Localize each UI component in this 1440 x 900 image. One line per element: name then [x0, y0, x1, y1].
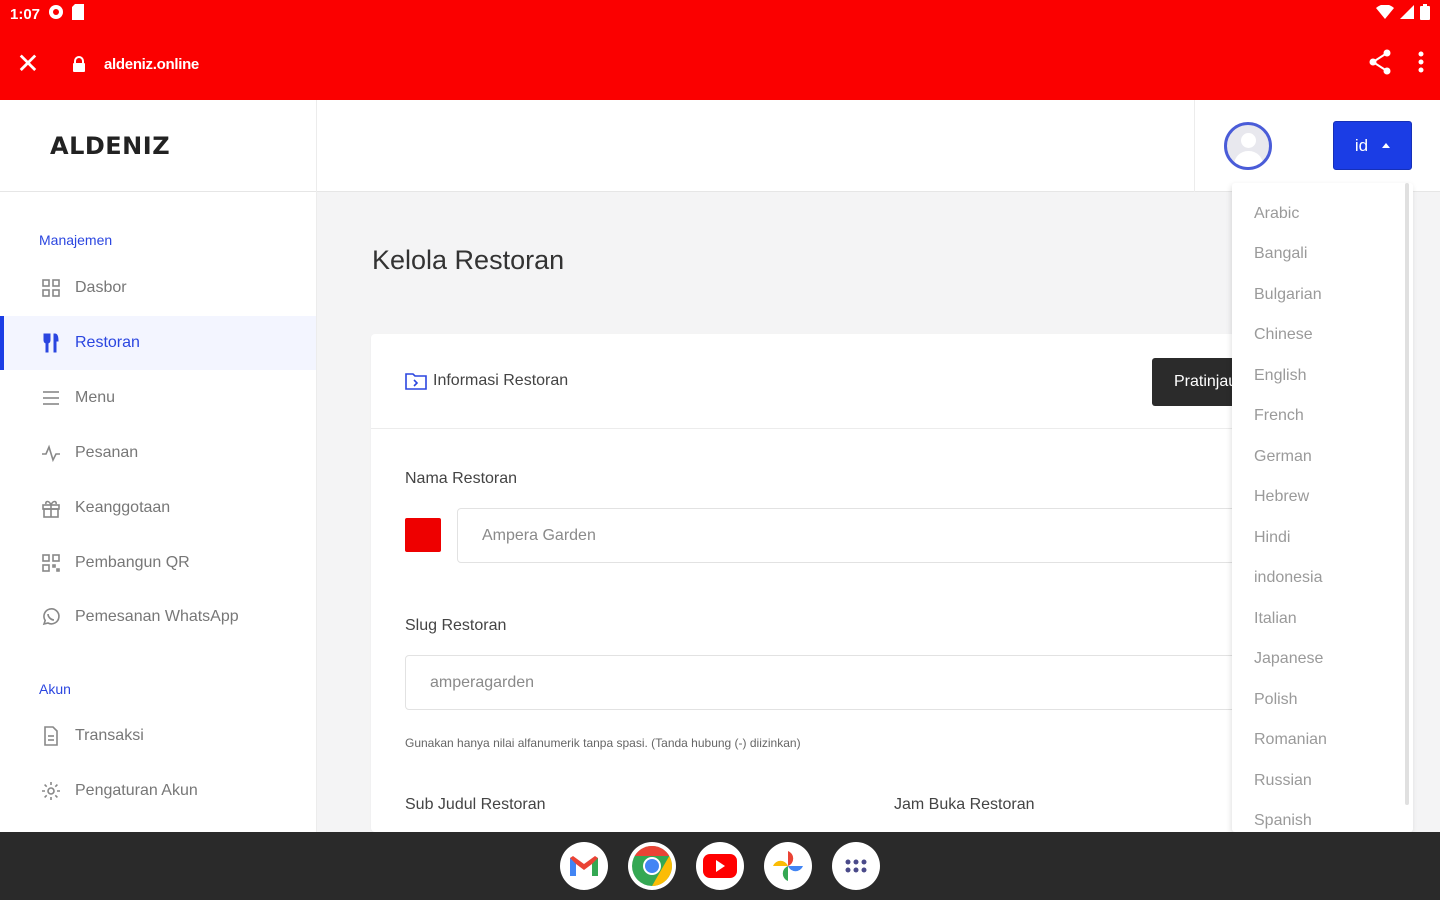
language-option-arabic[interactable]: Arabic — [1254, 205, 1299, 223]
language-option-polish[interactable]: Polish — [1254, 691, 1298, 709]
gift-icon — [40, 497, 62, 519]
language-button[interactable]: id — [1333, 121, 1412, 170]
language-option-hindi[interactable]: Hindi — [1254, 529, 1290, 547]
restaurant-slug-label: Slug Restoran — [405, 617, 507, 634]
photos-icon[interactable] — [764, 842, 812, 890]
fork-knife-icon — [40, 332, 62, 354]
sidebar-section-akun: Akun — [39, 681, 71, 697]
language-option-romanian[interactable]: Romanian — [1254, 731, 1327, 749]
status-time: 1:07 — [10, 5, 41, 23]
language-option-chinese[interactable]: Chinese — [1254, 326, 1313, 344]
restaurant-color-swatch[interactable] — [405, 518, 441, 552]
language-dropdown[interactable]: Arabic Bangali Bulgarian Chinese English… — [1232, 183, 1413, 832]
app-header: ALDENIZ id — [0, 100, 1440, 192]
sidebar-item-restoran[interactable]: Restoran — [0, 316, 316, 370]
sidebar: Manajemen Dasbor Restoran Menu Pesanan K… — [0, 192, 317, 832]
restaurant-name-label: Nama Restoran — [405, 470, 518, 487]
sidebar-item-label: Transaksi — [75, 727, 144, 744]
language-option-english[interactable]: English — [1254, 367, 1306, 385]
sidebar-item-label: Pembangun QR — [75, 554, 190, 571]
wifi-icon — [1376, 4, 1394, 23]
sidebar-section-manajemen: Manajemen — [39, 232, 113, 248]
restaurant-info-card: Informasi Restoran Pratinjau Nama Restor… — [371, 334, 1287, 832]
brand-logo[interactable]: ALDENIZ — [0, 100, 317, 192]
lock-icon[interactable] — [72, 56, 86, 72]
restaurant-subtitle-label: Sub Judul Restoran — [405, 796, 546, 813]
language-option-japanese[interactable]: Japanese — [1254, 650, 1323, 668]
qr-icon — [40, 552, 62, 574]
page-title: Kelola Restoran — [372, 245, 565, 275]
language-option-indonesia[interactable]: indonesia — [1254, 569, 1323, 587]
sidebar-item-label: Pemesanan WhatsApp — [75, 608, 239, 625]
sidebar-item-label: Dasbor — [75, 279, 127, 296]
sidebar-item-label: Restoran — [75, 334, 140, 351]
gmail-icon[interactable] — [560, 842, 608, 890]
app-drawer-icon[interactable] — [832, 842, 880, 890]
card-title: Informasi Restoran — [433, 372, 569, 389]
url-text[interactable]: aldeniz.online — [104, 56, 199, 73]
youtube-icon[interactable] — [696, 842, 744, 890]
language-code: id — [1354, 135, 1369, 155]
sidebar-item-label: Pengaturan Akun — [75, 782, 198, 799]
android-status-bar: 1:07 — [0, 0, 1440, 28]
sidebar-item-pemesanan-whatsapp[interactable]: Pemesanan WhatsApp — [0, 590, 316, 644]
more-vert-icon[interactable] — [1418, 51, 1424, 77]
dropdown-scrollbar[interactable] — [1405, 183, 1409, 805]
sidebar-item-keanggotaan[interactable]: Keanggotaan — [0, 481, 316, 535]
browser-toolbar: ✕ aldeniz.online — [0, 28, 1440, 100]
sidebar-item-label: Keanggotaan — [75, 499, 171, 516]
sidebar-item-dasbor[interactable]: Dasbor — [0, 261, 316, 315]
close-tab-icon[interactable]: ✕ — [16, 50, 40, 78]
whatsapp-icon — [40, 606, 62, 628]
android-dock — [0, 832, 1440, 900]
gear-icon — [40, 780, 62, 802]
sidebar-item-pesanan[interactable]: Pesanan — [0, 426, 316, 480]
avatar[interactable] — [1223, 122, 1272, 170]
vpn-icon — [48, 4, 64, 24]
language-option-russian[interactable]: Russian — [1254, 772, 1312, 790]
caret-up-icon — [1382, 143, 1391, 148]
signal-icon — [1400, 5, 1414, 23]
sidebar-item-transaksi[interactable]: Transaksi — [0, 709, 316, 763]
card-header: Informasi Restoran — [371, 334, 1271, 429]
document-icon — [40, 725, 62, 747]
language-option-french[interactable]: French — [1254, 407, 1304, 425]
restaurant-name-input[interactable]: Ampera Garden — [457, 508, 1287, 563]
language-option-spanish[interactable]: Spanish — [1254, 812, 1312, 830]
language-option-bulgarian[interactable]: Bulgarian — [1254, 286, 1322, 304]
sd-card-icon — [72, 4, 85, 24]
sidebar-item-pembangun-qr[interactable]: Pembangun QR — [0, 536, 316, 590]
share-icon[interactable] — [1368, 49, 1392, 80]
pulse-icon — [40, 442, 62, 464]
user-menu[interactable] — [1194, 100, 1300, 192]
sidebar-item-label: Pesanan — [75, 444, 139, 461]
sidebar-item-menu[interactable]: Menu — [0, 371, 316, 425]
folder-icon — [405, 371, 427, 391]
brand-name: ALDENIZ — [50, 132, 171, 160]
battery-icon — [1420, 4, 1430, 24]
restaurant-slug-input[interactable]: amperagarden — [405, 655, 1287, 710]
language-option-italian[interactable]: Italian — [1254, 610, 1297, 628]
chrome-icon[interactable] — [628, 842, 676, 890]
language-option-bangali[interactable]: Bangali — [1254, 245, 1307, 263]
language-option-german[interactable]: German — [1254, 448, 1312, 466]
sidebar-item-label: Menu — [75, 389, 116, 406]
sidebar-item-pengaturan-akun[interactable]: Pengaturan Akun — [0, 764, 316, 818]
grid-icon — [40, 277, 62, 299]
slug-help-text: Gunakan hanya nilai alfanumerik tanpa sp… — [405, 736, 801, 750]
restaurant-hours-label: Jam Buka Restoran — [894, 796, 1035, 813]
list-icon — [40, 387, 62, 409]
language-option-hebrew[interactable]: Hebrew — [1254, 488, 1309, 506]
